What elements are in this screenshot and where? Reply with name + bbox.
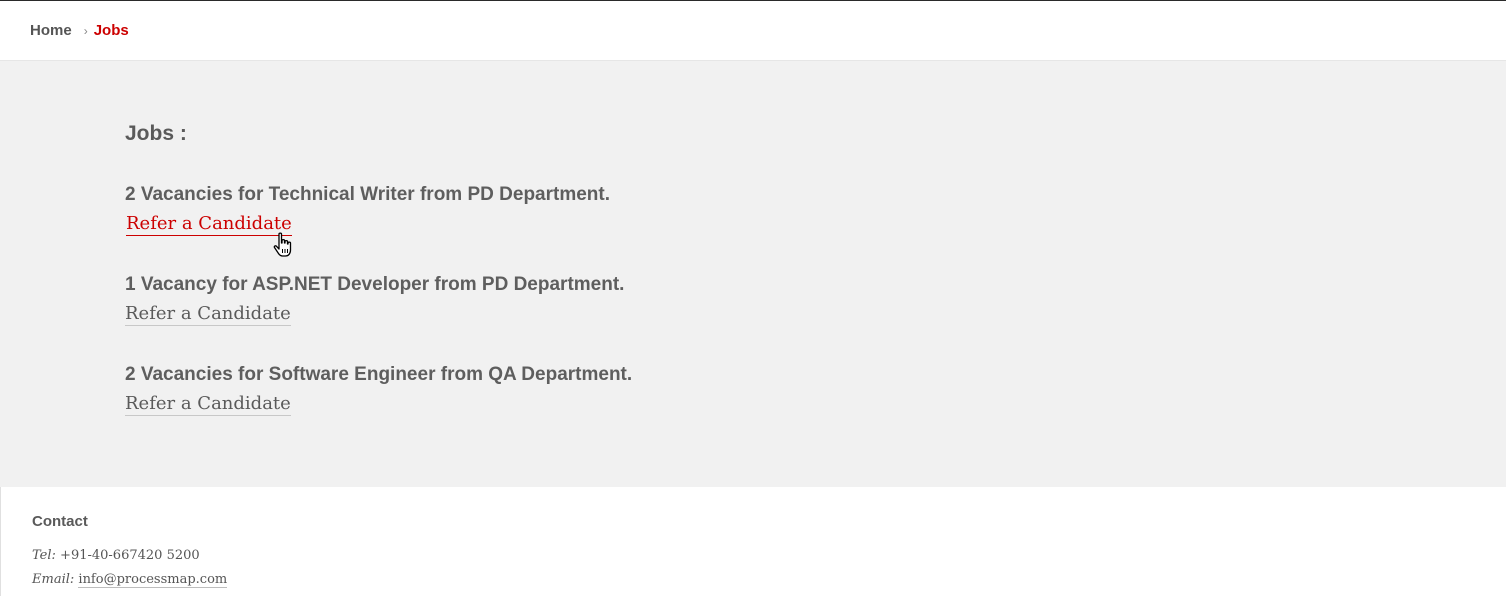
tel-label: Tel:	[32, 548, 56, 563]
job-title: 1 Vacancy for ASP.NET Developer from PD …	[125, 274, 625, 295]
breadcrumb-chevron-icon: ›	[83, 23, 88, 38]
job-listing: 2 Vacancies for Software Engineer from Q…	[125, 363, 825, 416]
breadcrumb: Home › Jobs	[30, 22, 129, 39]
hand-pointer-icon	[273, 232, 292, 257]
footer: Contact Tel: +91-40-667420 5200 Email: i…	[0, 487, 1506, 596]
email-link[interactable]: info@processmap.com	[78, 572, 228, 588]
refer-candidate-link[interactable]: Refer a Candidate	[125, 393, 291, 416]
job-title: 2 Vacancies for Software Engineer from Q…	[125, 364, 633, 385]
breadcrumb-home-link[interactable]: Home	[30, 22, 72, 39]
email-label: Email:	[32, 572, 75, 587]
refer-candidate-link[interactable]: Refer a Candidate	[125, 303, 291, 326]
job-title: 2 Vacancies for Technical Writer from PD…	[125, 184, 611, 205]
job-listing: 2 Vacancies for Technical Writer from PD…	[125, 183, 825, 236]
main-content: Jobs : 2 Vacancies for Technical Writer …	[0, 61, 1506, 487]
contact-telephone: Tel: +91-40-667420 5200	[32, 548, 200, 563]
breadcrumb-bar: Home › Jobs	[0, 1, 1506, 61]
refer-candidate-link[interactable]: Refer a Candidate	[126, 213, 292, 236]
breadcrumb-current-page: Jobs	[93, 22, 129, 39]
contact-email: Email: info@processmap.com	[32, 572, 228, 588]
footer-contact-heading: Contact	[32, 513, 88, 530]
job-listing: 1 Vacancy for ASP.NET Developer from PD …	[125, 273, 825, 326]
page-title: Jobs :	[125, 122, 187, 145]
tel-value: +91-40-667420 5200	[60, 548, 200, 563]
